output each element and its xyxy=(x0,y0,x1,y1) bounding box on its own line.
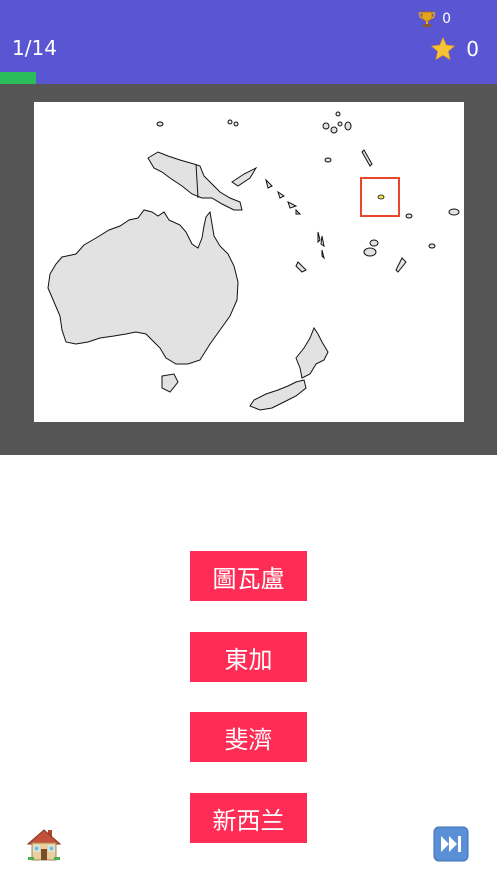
oceania-map xyxy=(47,111,460,411)
header-bar: 1/14 0 0 xyxy=(0,0,497,84)
star-score: 0 xyxy=(430,36,479,62)
fast-forward-icon xyxy=(433,826,469,862)
answer-button-3[interactable]: 斐濟 xyxy=(190,712,307,762)
map-card xyxy=(34,102,464,422)
answer-button-4[interactable]: 新西兰 xyxy=(190,793,307,843)
trophy-score: 0 xyxy=(418,10,451,28)
new-zealand-south xyxy=(249,379,307,411)
map-area xyxy=(0,84,497,455)
progress-bar xyxy=(0,72,497,84)
tasmania xyxy=(161,373,179,393)
answer-button-1[interactable]: 圖瓦盧 xyxy=(190,551,307,601)
answer-button-2[interactable]: 東加 xyxy=(190,632,307,682)
trophy-count: 0 xyxy=(442,11,451,27)
target-island xyxy=(377,194,385,200)
star-count: 0 xyxy=(466,37,479,61)
australia-landmass xyxy=(47,209,239,365)
home-button[interactable] xyxy=(26,826,62,862)
new-zealand-north xyxy=(295,326,329,379)
home-icon xyxy=(26,829,62,861)
question-progress: 1/14 xyxy=(12,36,57,60)
skip-button[interactable] xyxy=(433,826,469,862)
trophy-icon xyxy=(418,11,436,27)
new-guinea xyxy=(147,151,243,211)
star-icon xyxy=(431,36,456,61)
progress-fill xyxy=(0,72,36,84)
